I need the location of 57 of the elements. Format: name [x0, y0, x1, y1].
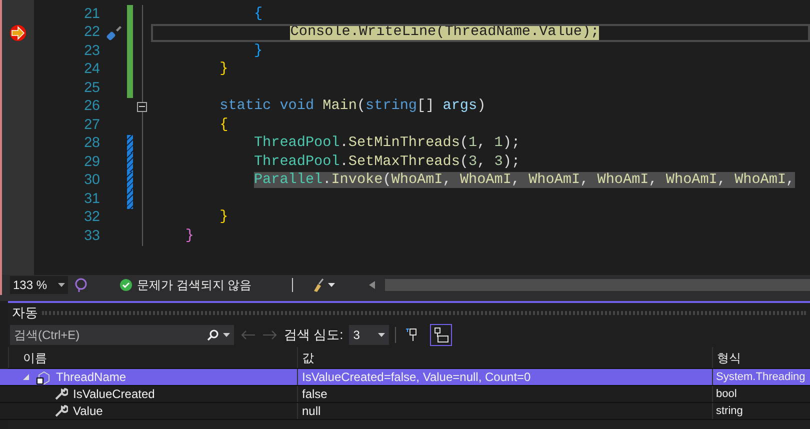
line-number: 30: [84, 171, 100, 190]
variable-value: false: [302, 386, 328, 403]
pin-text-icon: [433, 327, 450, 343]
column-header[interactable]: 형식: [717, 348, 741, 366]
variable-type: bool: [716, 386, 737, 402]
line-number: 28: [84, 134, 100, 154]
code-line: static void Main(string[] args): [218, 98, 486, 116]
search-field[interactable]: 검색(Ctrl+E): [10, 325, 234, 345]
check-circle-icon: [120, 279, 132, 291]
column-header[interactable]: 값: [302, 348, 314, 366]
line-number: 29: [84, 152, 100, 172]
line-number: 22: [84, 23, 100, 42]
code-line: ThreadPool.SetMinThreads(1, 1);: [252, 134, 520, 153]
search-depth-dropdown[interactable]: 3: [349, 325, 390, 345]
pin-text-button[interactable]: [430, 324, 452, 346]
code-line: }: [218, 208, 228, 227]
code-line: Parallel.Invoke(WhoAmI, WhoAmI, WhoAmI, WhoAmI, WhoAmI, WhoAmI,: [252, 172, 795, 190]
screwdriver-icon: [104, 24, 122, 42]
issues-status[interactable]: 문제가 검색되지 않음: [137, 276, 252, 294]
line-number: 25: [84, 78, 100, 98]
caret-icon: [378, 333, 386, 337]
variable-name: IsValueCreated: [73, 386, 155, 403]
scroll-left-arrow-icon[interactable]: [368, 281, 375, 289]
line-number: 21: [84, 4, 100, 24]
variable-value: null: [302, 403, 321, 420]
variable-name: ThreadName: [56, 369, 126, 386]
line-number: 26: [84, 97, 100, 116]
code-line: }: [184, 227, 194, 246]
line-number: 31: [84, 190, 100, 209]
search-depth-label: 검색 심도:: [284, 326, 344, 344]
line-number: 32: [84, 208, 100, 228]
expand-triangle-icon[interactable]: [22, 373, 30, 381]
zoom-dropdown[interactable]: 133 %: [10, 276, 68, 294]
variable-type: System.Threading: [716, 370, 806, 385]
code-line: ThreadPool.SetMaxThreads(3, 3);: [252, 153, 520, 172]
horizontal-scrollbar[interactable]: [384, 279, 810, 291]
caret-icon: [328, 283, 335, 287]
collapse-toggle-icon[interactable]: [137, 102, 147, 112]
column-header[interactable]: 이름: [23, 348, 47, 366]
panel-title: 자동: [12, 304, 38, 322]
caret-icon[interactable]: [223, 333, 230, 337]
field-icon: [36, 369, 52, 385]
wrench-icon: [54, 404, 68, 418]
variable-value: IsValueCreated=false, Value=null, Count=0: [302, 369, 531, 386]
code-line: {: [218, 116, 228, 134]
search-icon[interactable]: [207, 329, 219, 341]
line-number: 27: [84, 116, 100, 135]
caret-icon: [58, 283, 65, 287]
line-number: 24: [84, 60, 100, 80]
line-number: 23: [84, 42, 100, 61]
line-number: 33: [84, 226, 100, 246]
code-line: {: [252, 5, 263, 24]
variable-type: string: [716, 404, 743, 419]
wrench-icon: [54, 387, 68, 401]
variable-name: Value: [73, 403, 103, 420]
code-line: }: [252, 42, 263, 60]
code-line: }: [218, 60, 228, 79]
